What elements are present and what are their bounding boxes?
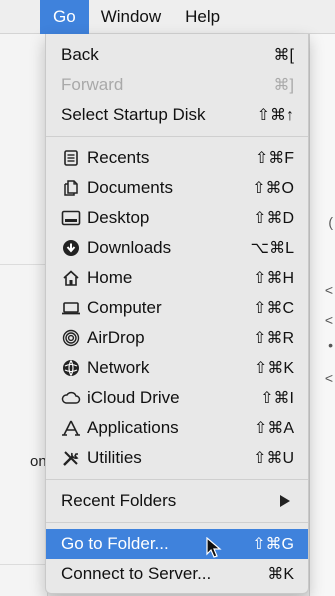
menu-item-shortcut: ⇧⌘↑ (256, 107, 294, 124)
menu-item-shortcut: ⇧⌘F (254, 150, 294, 167)
downloads-icon (61, 238, 81, 258)
menu-item-shortcut: ⇧⌘C (253, 300, 294, 317)
desktop-icon (61, 208, 81, 228)
menubar-help[interactable]: Help (173, 0, 232, 34)
menu-item-label: Computer (87, 298, 162, 317)
menu-bar: Go Window Help (0, 0, 335, 34)
menu-item-shortcut: ⌘K (267, 566, 294, 583)
menu-separator (46, 522, 308, 523)
menu-separator (46, 136, 308, 137)
menu-item-documents[interactable]: Documents ⇧⌘O (46, 173, 308, 203)
divider (0, 264, 48, 265)
menu-item-label: Recent Folders (61, 491, 177, 510)
menu-item-label: Documents (87, 178, 173, 197)
menu-separator (46, 479, 308, 480)
menu-item-shortcut: ⇧⌘U (253, 450, 294, 467)
go-menu: Back ⌘[ Forward ⌘] Select Startup Disk ⇧… (45, 34, 309, 594)
menu-item-desktop[interactable]: Desktop ⇧⌘D (46, 203, 308, 233)
home-icon (61, 268, 81, 288)
documents-icon (61, 178, 81, 198)
screen: on ( < < • < Go Window Help Back ⌘[ Forw… (0, 0, 335, 596)
menu-item-recents[interactable]: Recents ⇧⌘F (46, 143, 308, 173)
menu-item-label: Applications (87, 418, 179, 437)
background-mark: < (324, 370, 333, 386)
menu-item-label: iCloud Drive (87, 388, 180, 407)
menu-item-label: Back (61, 45, 99, 64)
menu-item-shortcut: ⇧⌘R (253, 330, 294, 347)
menu-item-applications[interactable]: Applications ⇧⌘A (46, 413, 308, 443)
menu-item-label: Go to Folder... (61, 534, 169, 553)
chevron-right-icon (280, 495, 290, 507)
menu-item-go-to-folder[interactable]: Go to Folder... ⇧⌘G (46, 529, 308, 559)
menu-item-shortcut: ⇧⌘D (253, 210, 294, 227)
menu-item-label: Forward (61, 75, 124, 94)
menu-item-shortcut: ⇧⌘O (252, 180, 294, 197)
background-mark: < (324, 282, 333, 298)
background-mark: • (328, 337, 333, 353)
menu-item-downloads[interactable]: Downloads ⌥⌘L (46, 233, 308, 263)
background-mark: ( (328, 214, 333, 230)
background-window-right: ( < < • < (309, 34, 335, 596)
menu-item-shortcut: ⌘[ (273, 47, 294, 64)
menu-item-shortcut: ⇧⌘A (253, 420, 294, 437)
menu-item-back[interactable]: Back ⌘[ (46, 40, 308, 70)
applications-icon (61, 418, 81, 438)
menu-item-recent-folders[interactable]: Recent Folders (46, 486, 308, 516)
menu-item-shortcut: ⇧⌘H (253, 270, 294, 287)
menu-item-label: Network (87, 358, 150, 377)
network-icon (61, 358, 81, 378)
menu-item-airdrop[interactable]: AirDrop ⇧⌘R (46, 323, 308, 353)
menu-item-connect-to-server[interactable]: Connect to Server... ⌘K (46, 559, 308, 589)
computer-icon (61, 298, 81, 318)
menu-item-label: Select Startup Disk (61, 105, 206, 124)
divider (0, 564, 48, 565)
menu-item-utilities[interactable]: Utilities ⇧⌘U (46, 443, 308, 473)
menu-item-network[interactable]: Network ⇧⌘K (46, 353, 308, 383)
menu-item-home[interactable]: Home ⇧⌘H (46, 263, 308, 293)
menu-item-label: Utilities (87, 448, 142, 467)
menu-item-label: AirDrop (87, 328, 145, 347)
background-mark: < (324, 312, 333, 328)
menu-item-icloud-drive[interactable]: iCloud Drive ⇧⌘I (46, 383, 308, 413)
menu-item-shortcut: ⌘] (273, 77, 294, 94)
menu-item-select-startup-disk[interactable]: Select Startup Disk ⇧⌘↑ (46, 100, 308, 130)
menu-item-label: Home (87, 268, 133, 287)
menu-item-label: Downloads (87, 238, 172, 257)
utilities-icon (61, 448, 81, 468)
airdrop-icon (61, 328, 81, 348)
menu-item-shortcut: ⇧⌘K (253, 360, 294, 377)
icloud-drive-icon (61, 388, 81, 408)
recents-icon (61, 148, 81, 168)
menu-item-shortcut: ⇧⌘G (252, 536, 294, 553)
menu-item-computer[interactable]: Computer ⇧⌘C (46, 293, 308, 323)
menu-item-label: Recents (87, 148, 150, 167)
menu-item-label: Connect to Server... (61, 564, 212, 583)
menu-item-shortcut: ⌥⌘L (250, 240, 294, 257)
menubar-go[interactable]: Go (40, 0, 89, 34)
menu-item-label: Desktop (87, 208, 150, 227)
menu-item-shortcut: ⇧⌘I (260, 390, 294, 407)
menubar-window[interactable]: Window (89, 0, 173, 34)
menu-item-forward: Forward ⌘] (46, 70, 308, 100)
background-window-left (0, 34, 48, 596)
